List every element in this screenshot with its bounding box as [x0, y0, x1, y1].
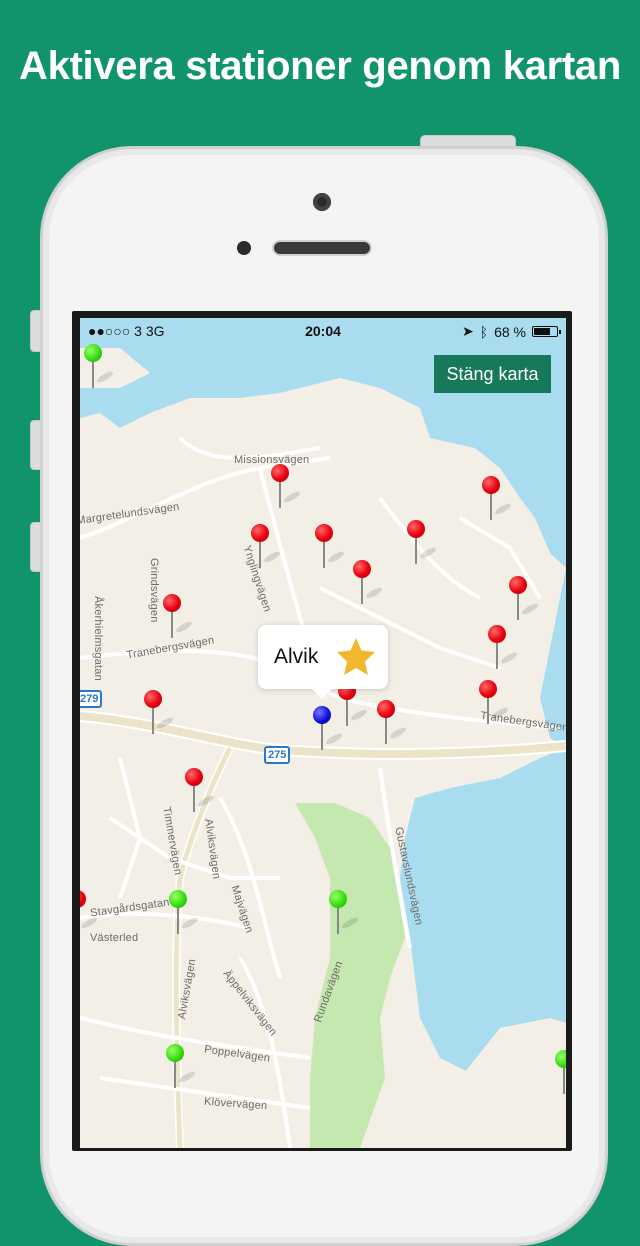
pin-head[interactable] — [479, 680, 497, 698]
pin-head[interactable] — [377, 700, 395, 718]
road-badge: 275 — [264, 746, 291, 764]
station-pin[interactable] — [377, 700, 408, 744]
selected-station-pin[interactable] — [313, 706, 344, 750]
station-pin[interactable] — [479, 680, 510, 724]
headline: Aktivera stationer genom kartan — [18, 44, 621, 88]
station-callout[interactable]: Alvik — [258, 625, 388, 699]
pin-head[interactable] — [144, 690, 162, 708]
status-bar: ●●○○○ 3 3G 20:04 ➤ ᛒ 68 % — [80, 318, 566, 344]
pin-head[interactable] — [488, 625, 506, 643]
street-label: Grindsvägen — [148, 558, 160, 623]
station-pin[interactable] — [144, 690, 175, 734]
station-pin[interactable] — [338, 682, 369, 726]
station-pin[interactable] — [407, 520, 438, 564]
station-pin[interactable] — [482, 476, 513, 520]
station-pin[interactable] — [271, 464, 302, 508]
station-pin[interactable] — [169, 890, 200, 934]
speaker-grille — [272, 240, 372, 256]
pin-head[interactable] — [169, 890, 187, 908]
map-view[interactable]: Missionsvägen Margretelundsvägen Grindsv… — [80, 318, 566, 1148]
status-right: ➤ ᛒ 68 % — [461, 323, 561, 340]
station-pin[interactable] — [166, 1044, 197, 1088]
station-pin[interactable] — [84, 344, 115, 388]
pin-head[interactable] — [313, 706, 331, 724]
pin-head[interactable] — [251, 524, 269, 542]
camera-icon — [313, 193, 331, 211]
close-map-button[interactable]: Stäng karta — [434, 355, 551, 393]
street-label: Västerled — [90, 932, 139, 944]
station-pin[interactable] — [555, 1050, 566, 1094]
pin-head[interactable] — [163, 594, 181, 612]
pin-head[interactable] — [509, 576, 527, 594]
bluetooth-icon: ᛒ — [479, 323, 489, 340]
station-pin[interactable] — [353, 560, 384, 604]
station-pin[interactable] — [185, 768, 216, 812]
pin-head[interactable] — [84, 344, 102, 362]
station-pin[interactable] — [509, 576, 540, 620]
pin-head[interactable] — [315, 524, 333, 542]
pin-head[interactable] — [271, 464, 289, 482]
station-pin[interactable] — [163, 594, 194, 638]
battery-icon — [532, 326, 561, 337]
pin-head[interactable] — [185, 768, 203, 786]
pin-head[interactable] — [482, 476, 500, 494]
star-icon[interactable] — [334, 635, 378, 679]
pin-head[interactable] — [329, 890, 347, 908]
pin-head[interactable] — [166, 1044, 184, 1062]
station-pin[interactable] — [488, 625, 519, 669]
location-arrow-icon: ➤ — [461, 323, 474, 339]
battery-percent: 68 % — [494, 323, 526, 340]
callout-title: Alvik — [274, 645, 319, 668]
street-label: Åkerhielmsgatan — [92, 596, 104, 681]
street-label: Missionsvägen — [234, 454, 310, 466]
road-badge: 279 — [80, 690, 103, 708]
station-pin[interactable] — [315, 524, 346, 568]
pin-head[interactable] — [407, 520, 425, 538]
proximity-sensor — [237, 241, 251, 255]
pin-head[interactable] — [353, 560, 371, 578]
station-pin[interactable] — [329, 890, 360, 934]
pin-head[interactable] — [555, 1050, 566, 1068]
station-pin[interactable] — [251, 524, 282, 568]
